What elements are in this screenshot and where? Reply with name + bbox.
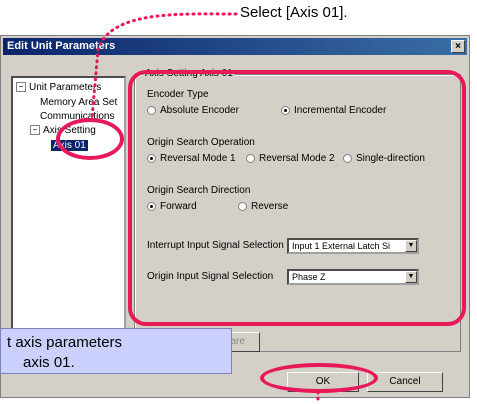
dotted-leader-icon (90, 12, 320, 404)
